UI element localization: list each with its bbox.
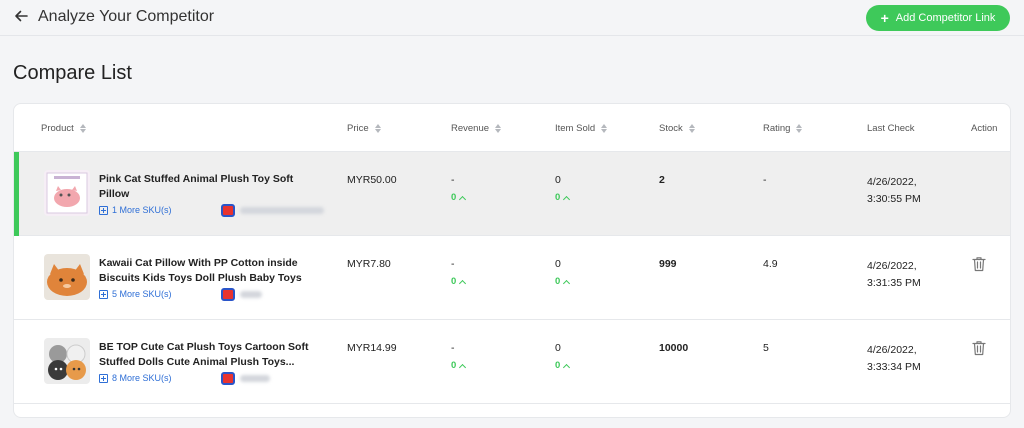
product-name[interactable]: BE TOP Cute Cat Plush Toys Cartoon Soft …	[99, 340, 321, 370]
table-header: Product Price Revenue Item Sold Stock Ra…	[14, 104, 1010, 152]
shop-name-redacted	[240, 375, 270, 382]
stock-value: 2	[659, 174, 665, 186]
revenue-change: 0	[451, 360, 467, 371]
item-sold-change: 0	[555, 276, 571, 287]
column-header-last-check: Last Check	[867, 123, 915, 134]
page-title: Analyze Your Competitor	[38, 8, 215, 25]
sort-icon	[374, 124, 381, 133]
shop-icon	[221, 204, 235, 217]
column-header-action: Action	[971, 123, 998, 134]
sort-icon	[601, 124, 608, 133]
caret-up-icon	[563, 363, 571, 371]
item-sold-value: 0	[555, 258, 561, 270]
plus-icon: +	[880, 10, 889, 26]
section-title: Compare List	[13, 62, 132, 84]
rating-value: -	[763, 174, 767, 186]
more-sku-link[interactable]: 5 More SKU(s)	[99, 289, 172, 299]
rating-value: 5	[763, 342, 769, 354]
rating-value: 4.9	[763, 258, 778, 270]
more-sku-link[interactable]: 1 More SKU(s)	[99, 205, 172, 215]
price-value: MYR50.00	[347, 174, 397, 186]
plus-square-icon	[99, 205, 108, 215]
column-header-rating[interactable]: Rating	[763, 123, 803, 134]
plus-square-icon	[99, 289, 108, 299]
caret-up-icon	[459, 279, 467, 287]
compare-table: Product Price Revenue Item Sold Stock Ra…	[13, 103, 1011, 418]
column-header-product[interactable]: Product	[41, 123, 86, 134]
revenue-change: 0	[451, 276, 467, 287]
caret-up-icon	[459, 195, 467, 203]
shop-icon	[221, 372, 235, 385]
item-sold-change: 0	[555, 192, 571, 203]
product-thumbnail	[44, 170, 90, 216]
product-thumbnail	[44, 338, 90, 384]
column-header-item-sold[interactable]: Item Sold	[555, 123, 608, 134]
shop-name-redacted	[240, 207, 324, 214]
stock-value: 10000	[659, 342, 689, 354]
caret-up-icon	[459, 363, 467, 371]
more-sku-link[interactable]: 8 More SKU(s)	[99, 373, 172, 383]
trash-icon[interactable]	[972, 256, 986, 272]
sort-icon	[79, 124, 86, 133]
product-name[interactable]: Pink Cat Stuffed Animal Plush Toy Soft P…	[99, 172, 321, 202]
shop-info	[221, 288, 262, 301]
table-row[interactable]: BE TOP Cute Cat Plush Toys Cartoon Soft …	[14, 320, 1010, 404]
column-header-price[interactable]: Price	[347, 123, 381, 134]
sort-icon	[688, 124, 695, 133]
caret-up-icon	[563, 279, 571, 287]
top-bar: Analyze Your Competitor + Add Competitor…	[0, 0, 1024, 36]
item-sold-change: 0	[555, 360, 571, 371]
column-header-stock[interactable]: Stock	[659, 123, 695, 134]
shop-info	[221, 372, 270, 385]
shop-info	[221, 204, 324, 217]
sort-icon	[796, 124, 803, 133]
column-header-revenue[interactable]: Revenue	[451, 123, 502, 134]
stock-value: 999	[659, 258, 677, 270]
shop-icon	[221, 288, 235, 301]
product-name[interactable]: Kawaii Cat Pillow With PP Cotton inside …	[99, 256, 321, 286]
plus-square-icon	[99, 373, 108, 383]
table-row[interactable]: Kawaii Cat Pillow With PP Cotton inside …	[14, 236, 1010, 320]
sort-icon	[495, 124, 502, 133]
last-check-value: 4/26/2022, 3:31:35 PM	[867, 260, 921, 289]
last-check-value: 4/26/2022, 3:33:34 PM	[867, 344, 921, 373]
item-sold-value: 0	[555, 342, 561, 354]
revenue-value: -	[451, 342, 455, 354]
revenue-value: -	[451, 258, 455, 270]
revenue-value: -	[451, 174, 455, 186]
product-thumbnail	[44, 254, 90, 300]
last-check-value: 4/26/2022, 3:30:55 PM	[867, 176, 921, 205]
arrow-left-icon[interactable]	[13, 8, 29, 24]
table-row[interactable]: Pink Cat Stuffed Animal Plush Toy Soft P…	[14, 152, 1010, 236]
trash-icon[interactable]	[972, 340, 986, 356]
price-value: MYR14.99	[347, 342, 397, 354]
add-competitor-link-button[interactable]: + Add Competitor Link	[866, 5, 1010, 31]
revenue-change: 0	[451, 192, 467, 203]
shop-name-redacted	[240, 291, 262, 298]
add-competitor-link-label: Add Competitor Link	[895, 12, 996, 24]
price-value: MYR7.80	[347, 258, 391, 270]
item-sold-value: 0	[555, 174, 561, 186]
caret-up-icon	[563, 195, 571, 203]
